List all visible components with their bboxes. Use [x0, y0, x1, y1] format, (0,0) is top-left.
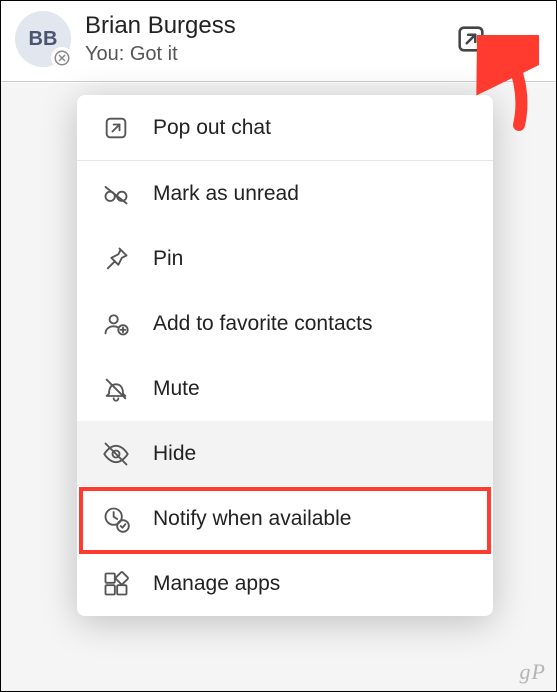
clock-check-icon [101, 504, 131, 534]
chat-preview-text: You: Got it [85, 42, 446, 66]
menu-label: Add to favorite contacts [153, 312, 372, 336]
glasses-icon [101, 179, 131, 209]
chat-text: Brian Burgess You: Got it [85, 12, 446, 67]
chat-row-actions [454, 22, 536, 56]
menu-label: Notify when available [153, 507, 351, 531]
menu-label: Manage apps [153, 572, 280, 596]
menu-item-pop-out[interactable]: Pop out chat [77, 95, 493, 160]
menu-item-manage-apps[interactable]: Manage apps [77, 551, 493, 616]
menu-item-mute[interactable]: Mute [77, 356, 493, 421]
bell-off-icon [101, 374, 131, 404]
menu-item-hide[interactable]: Hide [77, 421, 493, 486]
chat-context-menu: Pop out chat Mark as unread Pin [77, 95, 493, 616]
pin-icon [101, 244, 131, 274]
ellipsis-icon [505, 36, 534, 43]
more-options-button[interactable] [502, 22, 536, 56]
menu-item-pin[interactable]: Pin [77, 226, 493, 291]
menu-label: Pin [153, 247, 183, 271]
menu-label: Mute [153, 377, 200, 401]
chat-contact-name: Brian Burgess [85, 12, 446, 41]
pop-out-icon [101, 113, 131, 143]
menu-label: Hide [153, 442, 196, 466]
add-contact-icon [101, 309, 131, 339]
menu-item-notify-available[interactable]: Notify when available [77, 486, 493, 551]
menu-item-add-favorite[interactable]: Add to favorite contacts [77, 291, 493, 356]
menu-item-mark-unread[interactable]: Mark as unread [77, 161, 493, 226]
avatar-initials: BB [29, 28, 58, 51]
watermark: gP [520, 659, 546, 685]
avatar-wrap: BB [15, 11, 71, 67]
pop-out-icon[interactable] [454, 22, 488, 56]
presence-offline-icon [51, 47, 73, 69]
menu-label: Mark as unread [153, 182, 299, 206]
apps-icon [101, 569, 131, 599]
menu-label: Pop out chat [153, 116, 271, 140]
chat-list-item[interactable]: BB Brian Burgess You: Got it [1, 1, 556, 82]
eye-off-icon [101, 439, 131, 469]
